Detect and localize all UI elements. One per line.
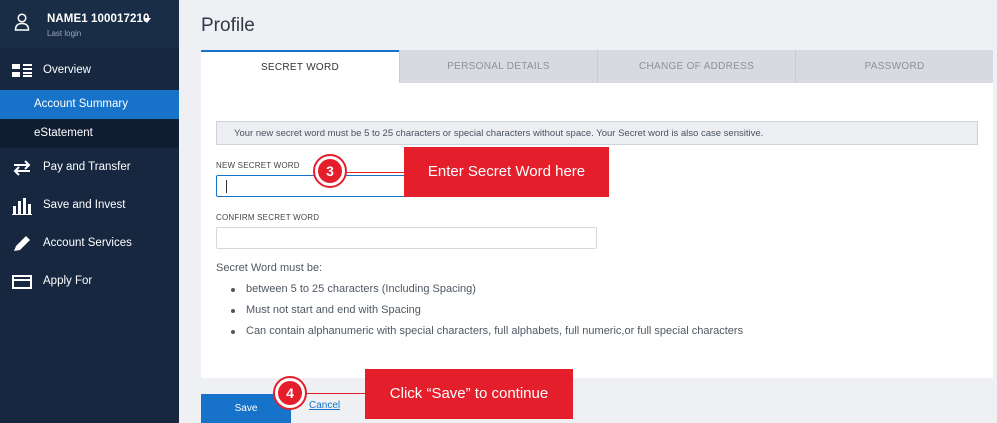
sidebar-item-pay-and-transfer[interactable]: Pay and Transfer <box>0 150 179 186</box>
last-login-label: Last login <box>47 29 82 38</box>
sidebar-item-estatement[interactable]: eStatement <box>0 119 179 148</box>
sidebar-item-overview[interactable]: Overview <box>0 53 179 89</box>
rule-text: Can contain alphanumeric with special ch… <box>246 325 744 337</box>
confirm-secret-word-input[interactable] <box>216 227 597 249</box>
profile-tabs: SECRET WORD PERSONAL DETAILS CHANGE OF A… <box>201 50 993 83</box>
new-secret-word-label: NEW SECRET WORD <box>216 161 300 170</box>
text-cursor <box>226 180 227 193</box>
sidebar-item-apply-for[interactable]: Apply For <box>0 264 179 300</box>
user-menu[interactable]: NAME1 100017210 Last login <box>0 0 179 48</box>
step-3-badge: 3 <box>313 154 347 188</box>
step-3-callout: Enter Secret Word here <box>404 147 609 197</box>
pencil-icon <box>14 236 30 251</box>
tab-secret-word[interactable]: SECRET WORD <box>201 50 399 83</box>
sidebar-item-label: eStatement <box>34 127 93 139</box>
tab-personal-details[interactable]: PERSONAL DETAILS <box>399 50 597 83</box>
rule-text: between 5 to 25 characters (Including Sp… <box>246 283 476 295</box>
bullet <box>231 309 235 313</box>
card-icon <box>12 275 32 289</box>
cancel-link[interactable]: Cancel <box>309 400 340 411</box>
sidebar-item-label: Overview <box>43 64 91 76</box>
notice-banner: Your new secret word must be 5 to 25 cha… <box>216 121 978 145</box>
sidebar-item-account-summary[interactable]: Account Summary <box>0 90 179 119</box>
main-content: Profile SECRET WORD PERSONAL DETAILS CHA… <box>179 0 997 423</box>
page-title: Profile <box>201 15 255 36</box>
confirm-secret-word-label: CONFIRM SECRET WORD <box>216 213 320 222</box>
step-4-number: 4 <box>278 381 302 405</box>
sidebar: NAME1 100017210 Last login Overview Acco… <box>0 0 179 423</box>
bullet <box>231 288 235 292</box>
sidebar-item-label: Account Services <box>43 237 132 249</box>
bar-chart-icon <box>12 198 32 215</box>
callout-connector <box>345 172 405 173</box>
tab-change-of-address[interactable]: CHANGE OF ADDRESS <box>597 50 795 83</box>
sidebar-item-label: Save and Invest <box>43 199 126 211</box>
sidebar-item-label: Apply For <box>43 275 93 287</box>
overview-icon <box>12 64 32 77</box>
sidebar-item-save-and-invest[interactable]: Save and Invest <box>0 188 179 224</box>
step-3-number: 3 <box>318 159 342 183</box>
tab-password[interactable]: PASSWORD <box>795 50 993 83</box>
sidebar-item-label: Account Summary <box>34 98 128 110</box>
step-4-callout: Click “Save” to continue <box>365 369 573 419</box>
callout-connector <box>305 393 367 394</box>
bullet <box>231 330 235 334</box>
rule-text: Must not start and end with Spacing <box>246 304 421 316</box>
transfer-icon <box>13 160 31 176</box>
sidebar-item-label: Pay and Transfer <box>43 161 131 173</box>
sidebar-item-account-services[interactable]: Account Services <box>0 226 179 262</box>
step-4-badge: 4 <box>273 376 307 410</box>
rules-title: Secret Word must be: <box>216 262 323 274</box>
user-icon <box>14 13 30 31</box>
chevron-down-icon[interactable] <box>143 18 151 23</box>
user-name[interactable]: NAME1 100017210 <box>47 13 150 25</box>
secret-word-panel: Your new secret word must be 5 to 25 cha… <box>201 83 993 378</box>
